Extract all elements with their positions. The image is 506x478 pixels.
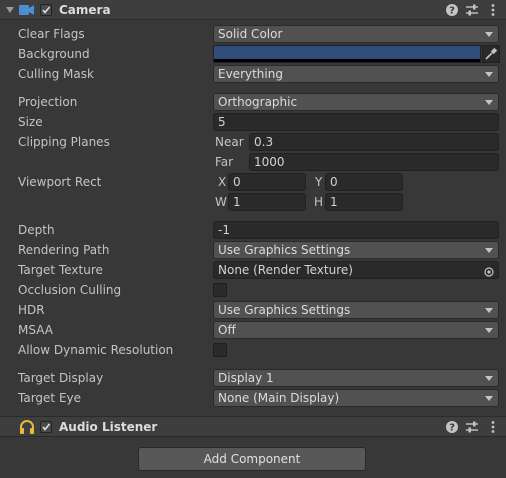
occlusion-culling-label: Occlusion Culling — [18, 283, 122, 297]
background-label: Background — [18, 47, 90, 61]
clear-flags-value: Solid Color — [218, 27, 283, 41]
projection-dropdown[interactable]: Orthographic — [213, 93, 499, 111]
target-eye-label: Target Eye — [18, 391, 82, 405]
target-display-value: Display 1 — [218, 371, 274, 385]
eyedropper-button[interactable] — [482, 45, 500, 63]
chevron-down-icon — [485, 396, 493, 401]
chevron-down-icon — [485, 72, 493, 77]
chevron-down-icon — [485, 328, 493, 333]
audio-listener-title: Audio Listener — [59, 420, 158, 434]
eyedropper-icon — [485, 47, 498, 60]
hdr-label: HDR — [18, 303, 45, 317]
rendering-path-value: Use Graphics Settings — [218, 243, 351, 257]
near-input[interactable]: 0.3 — [249, 133, 499, 151]
viewport-x-input[interactable]: 0 — [228, 173, 306, 191]
allow-dynamic-resolution-label: Allow Dynamic Resolution — [18, 343, 174, 357]
help-icon[interactable]: ? — [445, 420, 459, 434]
target-display-label: Target Display — [18, 371, 104, 385]
audio-listener-enabled-checkbox[interactable] — [40, 421, 52, 433]
more-icon[interactable] — [486, 3, 500, 17]
camera-enabled-checkbox[interactable] — [40, 4, 52, 16]
clear-flags-dropdown[interactable]: Solid Color — [213, 25, 499, 43]
svg-text:?: ? — [449, 423, 455, 434]
background-color-swatch — [214, 46, 480, 59]
chevron-down-icon — [485, 100, 493, 105]
clipping-planes-label: Clipping Planes — [18, 135, 110, 149]
presets-icon[interactable] — [465, 3, 479, 17]
target-texture-value: None (Render Texture) — [218, 263, 353, 277]
hdr-dropdown[interactable]: Use Graphics Settings — [213, 301, 499, 319]
msaa-label: MSAA — [18, 323, 53, 337]
target-texture-label: Target Texture — [18, 263, 103, 277]
far-label[interactable]: Far — [215, 153, 233, 171]
size-label[interactable]: Size — [18, 114, 43, 130]
more-icon[interactable] — [486, 420, 500, 434]
culling-mask-label: Culling Mask — [18, 67, 94, 81]
target-display-dropdown[interactable]: Display 1 — [213, 369, 499, 387]
depth-input[interactable]: -1 — [213, 221, 499, 239]
projection-label: Projection — [18, 95, 78, 109]
hdr-value: Use Graphics Settings — [218, 303, 351, 317]
viewport-h-label[interactable]: H — [314, 193, 323, 211]
allow-dynamic-resolution-checkbox[interactable] — [213, 343, 227, 357]
add-component-button[interactable]: Add Component — [138, 447, 366, 471]
chevron-down-icon — [485, 308, 493, 313]
camera-icon — [19, 4, 35, 16]
near-label[interactable]: Near — [215, 133, 244, 151]
svg-text:?: ? — [449, 6, 455, 17]
target-eye-value: None (Main Display) — [218, 391, 340, 405]
msaa-value: Off — [218, 323, 236, 337]
viewport-w-input[interactable]: 1 — [228, 193, 306, 211]
help-icon[interactable]: ? — [445, 3, 459, 17]
target-eye-dropdown[interactable]: None (Main Display) — [213, 389, 499, 407]
projection-value: Orthographic — [218, 95, 298, 109]
msaa-dropdown[interactable]: Off — [213, 321, 499, 339]
rendering-path-dropdown[interactable]: Use Graphics Settings — [213, 241, 499, 259]
viewport-h-input[interactable]: 1 — [325, 193, 403, 211]
alpha-bar — [214, 59, 480, 62]
background-color-field[interactable] — [213, 45, 481, 63]
size-input[interactable]: 5 — [213, 113, 499, 131]
far-input[interactable]: 1000 — [249, 153, 499, 171]
viewport-x-label[interactable]: X — [218, 173, 226, 191]
viewport-rect-label: Viewport Rect — [18, 175, 102, 189]
object-picker-icon[interactable] — [484, 265, 494, 278]
culling-mask-value: Everything — [218, 67, 283, 81]
headphones-icon — [19, 420, 35, 434]
clear-flags-label: Clear Flags — [18, 27, 85, 41]
target-texture-field[interactable]: None (Render Texture) — [213, 261, 499, 279]
viewport-y-label[interactable]: Y — [315, 173, 322, 191]
culling-mask-dropdown[interactable]: Everything — [213, 65, 499, 83]
rendering-path-label: Rendering Path — [18, 243, 110, 257]
chevron-down-icon — [485, 32, 493, 37]
viewport-w-label[interactable]: W — [215, 193, 227, 211]
depth-label[interactable]: Depth — [18, 222, 55, 238]
chevron-down-icon — [485, 376, 493, 381]
presets-icon[interactable] — [465, 420, 479, 434]
chevron-down-icon — [485, 248, 493, 253]
viewport-y-input[interactable]: 0 — [325, 173, 403, 191]
foldout-arrow-icon[interactable] — [6, 7, 14, 13]
camera-title: Camera — [59, 3, 111, 17]
occlusion-culling-checkbox[interactable] — [213, 283, 227, 297]
